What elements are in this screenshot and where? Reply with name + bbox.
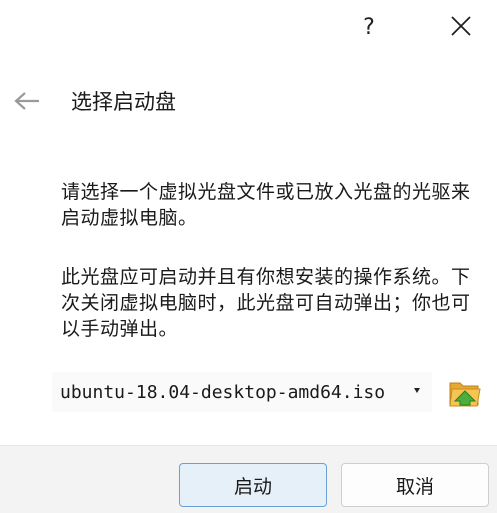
page-title: 选择启动盘	[71, 90, 176, 114]
choose-disk-file-button[interactable]	[446, 374, 484, 412]
help-button[interactable]: ?	[352, 10, 386, 44]
description-paragraph-2: 此光盘应可启动并且有你想安装的操作系统。下次关闭虚拟电脑时，此光盘可自动弹出；你…	[61, 266, 471, 340]
close-button[interactable]	[444, 9, 478, 43]
select-start-disk-dialog: ? 选择启动盘 请选择一个虚拟光盘文件或已放入光盘的光驱来启动虚拟电脑。 此光盘…	[0, 0, 497, 513]
disk-selector-value: ubuntu-18.04-desktop-amd64.iso	[60, 381, 386, 403]
back-button[interactable]	[10, 85, 44, 117]
dialog-footer: 启动 取消	[0, 445, 497, 513]
chevron-down-icon[interactable]	[414, 388, 420, 393]
arrow-left-icon	[14, 92, 39, 110]
question-mark-icon: ?	[363, 14, 375, 40]
start-button[interactable]: 启动	[179, 463, 327, 507]
close-icon	[451, 16, 471, 36]
folder-open-icon	[449, 382, 481, 407]
description-paragraph-1: 请选择一个虚拟光盘文件或已放入光盘的光驱来启动虚拟电脑。	[61, 181, 471, 229]
disk-selector-combobox[interactable]: ubuntu-18.04-desktop-amd64.iso	[52, 372, 432, 412]
cancel-button[interactable]: 取消	[341, 463, 489, 507]
